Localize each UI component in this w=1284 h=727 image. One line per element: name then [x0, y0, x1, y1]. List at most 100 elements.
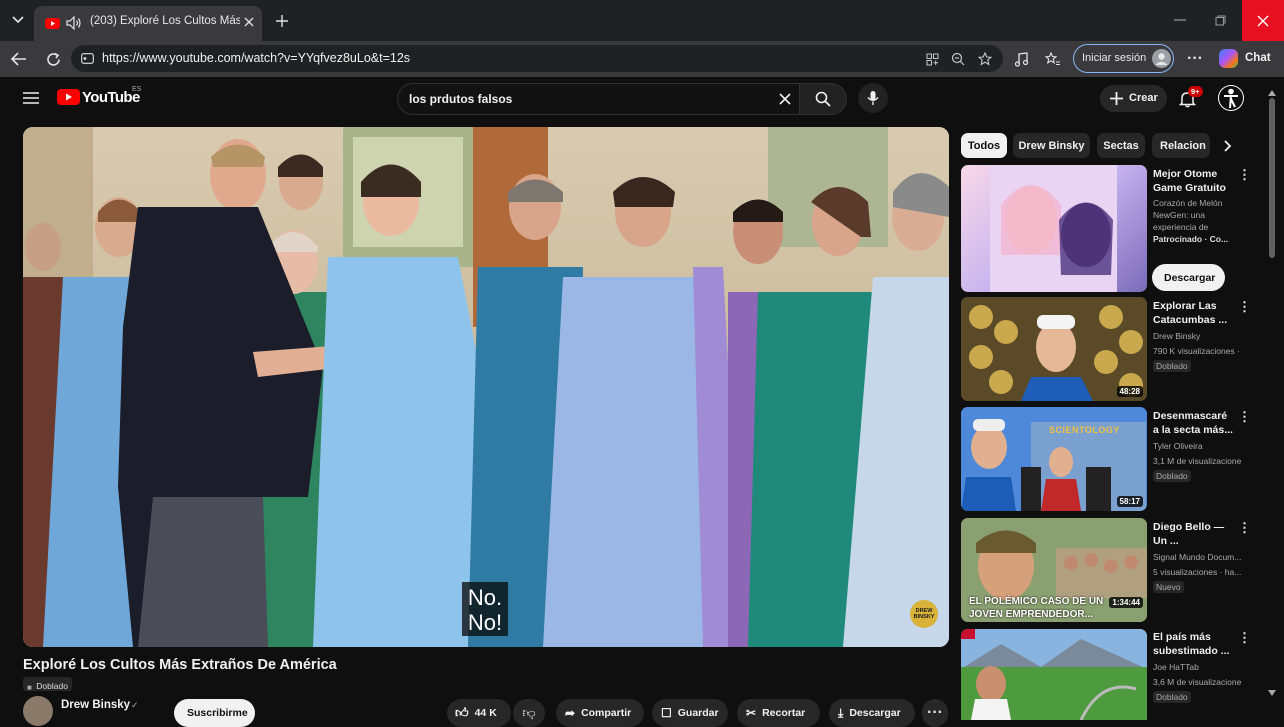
download-icon: ⤓	[838, 705, 844, 720]
dislike-button[interactable]: 👎︎	[513, 699, 545, 727]
recommendation-tag: Nuevo	[1153, 581, 1184, 593]
subscribe-button[interactable]: Suscribirme	[174, 699, 255, 727]
channel-watermark[interactable]: DREW BINSKY	[910, 600, 938, 628]
more-actions-button[interactable]: ···	[922, 699, 948, 727]
profile-avatar-icon	[1152, 49, 1171, 68]
plus-icon	[1110, 92, 1123, 105]
chip-relacionados[interactable]: Relacion	[1152, 133, 1210, 158]
media-control-icon[interactable]	[1010, 48, 1032, 70]
recommendation-thumbnail[interactable]	[961, 629, 1147, 720]
zoom-icon[interactable]	[949, 50, 967, 68]
like-button[interactable]: 👍︎ 44 K	[447, 699, 511, 727]
recommendation-views: 3,1 M de visualizacione	[1153, 456, 1242, 466]
browser-toolbar: https://www.youtube.com/watch?v=YYqfvez8…	[0, 41, 1284, 77]
download-label: Descargar	[849, 707, 901, 719]
kebab-menu-icon[interactable]: ⋮	[1238, 410, 1251, 423]
recommendation-channel[interactable]: Tyler Oliveira	[1153, 440, 1249, 452]
recommendation-channel[interactable]: Signal Mundo Docum...	[1153, 551, 1249, 563]
copilot-icon	[1219, 49, 1238, 68]
chip-sectas[interactable]: Sectas	[1097, 133, 1145, 158]
restore-icon[interactable]	[1200, 10, 1240, 30]
recommendation-channel[interactable]: Drew Binsky	[1153, 330, 1249, 342]
sign-in-button[interactable]: Iniciar sesión	[1073, 44, 1174, 73]
reload-icon[interactable]	[42, 48, 64, 70]
kebab-menu-icon[interactable]: ⋮	[1238, 521, 1251, 534]
create-label: Crear	[1129, 92, 1158, 104]
site-info-icon[interactable]	[79, 50, 96, 67]
audio-playing-icon[interactable]	[65, 14, 83, 32]
recommendation-views: 790 K visualizaciones ·	[1153, 346, 1240, 356]
favorites-icon[interactable]	[1042, 48, 1064, 70]
video-player[interactable]: No. No! DREW BINSKY	[23, 127, 949, 647]
hamburger-menu-icon[interactable]	[20, 88, 42, 108]
app-available-icon[interactable]	[923, 50, 941, 68]
recommendation-title[interactable]: Desenmascaré a la secta más...	[1153, 409, 1249, 437]
thumbnail-overlay-text: SCIENTOLOGY	[1049, 425, 1120, 435]
thumbs-down-icon: 👎︎	[522, 705, 536, 720]
recommendation-thumbnail[interactable]: SCIENTOLOGY 58:17	[961, 407, 1147, 511]
kebab-menu-icon[interactable]: ⋮	[1238, 300, 1251, 313]
notifications-button[interactable]: 9+	[1178, 86, 1204, 110]
copilot-chat-button[interactable]: Chat	[1214, 44, 1278, 73]
create-button[interactable]: Crear	[1100, 85, 1167, 112]
thumbnail-overlay-line-2: JOVEN EMPRENDEDOR...	[969, 609, 1093, 620]
recommendation-tag: Doblado	[1153, 470, 1191, 482]
ad-download-button[interactable]: Descargar	[1152, 264, 1225, 291]
browser-tab[interactable]: (203) Exploré Los Cultos Más	[34, 6, 262, 41]
recommendation-thumbnail[interactable]: EL POLÉMICO CASO DE UN JOVEN EMPRENDEDOR…	[961, 518, 1147, 622]
recommendation-channel[interactable]: Joe HaTTab	[1153, 661, 1249, 673]
scrollbar-thumb[interactable]	[1269, 98, 1275, 258]
channel-avatar[interactable]	[23, 696, 53, 726]
search-input[interactable]: los prdutos falsos	[397, 83, 800, 115]
recommendation-title[interactable]: El país más subestimado ...	[1153, 630, 1249, 658]
chip-todos[interactable]: Todos	[961, 133, 1007, 158]
caption-line-1: No.	[467, 585, 503, 610]
clear-search-icon[interactable]	[776, 90, 794, 108]
new-tab-plus-icon[interactable]	[272, 11, 292, 31]
ad-download-label: Descargar	[1164, 272, 1216, 284]
save-button[interactable]: ☐ Guardar	[652, 699, 728, 727]
chip-label: Drew Binsky	[1018, 139, 1085, 152]
close-window-button[interactable]	[1242, 0, 1284, 41]
clip-button[interactable]: ✂ Recortar	[737, 699, 820, 727]
account-avatar[interactable]	[1218, 85, 1244, 111]
save-icon: ☐	[661, 706, 672, 720]
back-arrow-icon[interactable]	[8, 48, 30, 70]
tab-list-chevron-icon[interactable]	[8, 10, 28, 30]
like-count: 44 K	[474, 707, 497, 719]
share-button[interactable]: ➦ Compartir	[556, 699, 644, 727]
minimize-icon[interactable]	[1160, 10, 1200, 30]
verified-icon: ✓	[131, 700, 139, 710]
video-title: Exploré Los Cultos Más Extraños De Améri…	[23, 657, 337, 673]
recommendation-title[interactable]: Mejor Otome Game Gratuito	[1153, 167, 1249, 195]
clip-label: Recortar	[762, 707, 806, 719]
youtube-logo[interactable]: YouTube ES	[57, 86, 147, 108]
recommendation-views: 5 visualizaciones · ha...	[1153, 567, 1242, 577]
chip-drew-binsky[interactable]: Drew Binsky	[1013, 133, 1090, 158]
channel-name[interactable]: Drew Binsky	[61, 699, 130, 711]
region-code: ES	[132, 86, 142, 93]
voice-search-button[interactable]	[858, 83, 888, 113]
more-options-icon[interactable]: ···	[1184, 48, 1206, 70]
page-scrollbar[interactable]	[1268, 90, 1276, 700]
scroll-down-arrow-icon	[1268, 690, 1276, 696]
url-text: https://www.youtube.com/watch?v=YYqfvez8…	[102, 51, 411, 65]
address-bar[interactable]: https://www.youtube.com/watch?v=YYqfvez8…	[71, 45, 1003, 72]
video-caption-box: No. No!	[462, 582, 508, 636]
kebab-menu-icon[interactable]: ⋮	[1238, 168, 1251, 181]
chip-label: Sectas	[1103, 139, 1139, 152]
recommendation-thumbnail[interactable]	[961, 165, 1147, 292]
recommendation-title[interactable]: Explorar Las Catacumbas ...	[1153, 299, 1249, 327]
favorite-star-icon[interactable]	[976, 50, 994, 68]
youtube-favicon-icon	[44, 15, 60, 31]
search-button[interactable]	[799, 83, 847, 115]
dubbed-icon: ■	[27, 683, 32, 692]
recommendation-thumbnail[interactable]: 48:28	[961, 297, 1147, 401]
chips-next-chevron-icon[interactable]	[1218, 136, 1238, 156]
share-label: Compartir	[581, 707, 632, 719]
recommendation-tag: Doblado	[1153, 360, 1191, 372]
close-tab-icon[interactable]	[240, 13, 258, 31]
recommendation-title[interactable]: Diego Bello — Un ...	[1153, 520, 1249, 548]
download-button[interactable]: ⤓ Descargar	[829, 699, 915, 727]
kebab-menu-icon[interactable]: ⋮	[1238, 631, 1251, 644]
